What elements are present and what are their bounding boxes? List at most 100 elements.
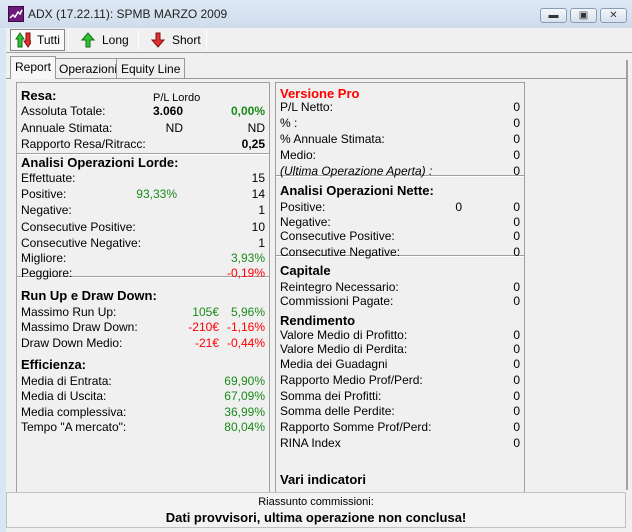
stat-mid-value: -210€ <box>188 320 219 334</box>
stat-row: Draw Down Medio: -21€ -0,44% <box>17 336 269 352</box>
close-button[interactable]: ✕ <box>600 8 627 23</box>
stat-value: 3,93% <box>230 251 265 265</box>
stat-value: 0,25 <box>241 137 265 151</box>
stat-label: Negative: <box>21 203 72 217</box>
stat-label: Rapporto Medio Prof/Perd: <box>280 373 423 387</box>
stat-row: Positive: 0 0 <box>276 200 524 216</box>
toolbar-separator <box>138 30 139 50</box>
tutti-label: Tutti <box>37 33 60 47</box>
stat-value: 0 <box>513 200 520 214</box>
app-chart-icon <box>8 6 24 22</box>
stat-row: Migliore: 3,93% <box>17 251 269 267</box>
stat-row: P/L Netto: 0 <box>276 100 524 116</box>
net-report-panel: Versione Pro P/L Netto: 0% :0% Annuale Sti… <box>275 82 525 494</box>
stat-value: 0 <box>513 132 520 146</box>
stat-value: 67,09% <box>224 389 265 403</box>
stat-label: Assoluta Totale: <box>21 104 106 118</box>
stat-row: RINA Index 0 <box>276 436 524 452</box>
stat-mid-value: -21€ <box>194 336 219 350</box>
maximize-button[interactable]: ▣ <box>570 8 597 23</box>
stat-value: 5,96% <box>230 305 265 319</box>
minimize-icon: ▬ <box>548 10 559 21</box>
provisional-warning: Dati provvisori, ultima operazione non c… <box>165 510 467 525</box>
stat-row: Rapporto Medio Prof/Perd: 0 <box>276 373 524 389</box>
stat-value: 14 <box>251 187 265 201</box>
stat-label: Resa: <box>21 88 57 103</box>
stat-row: Massimo Run Up: 105€ 5,96% <box>17 305 269 321</box>
stat-value: 0 <box>513 328 520 342</box>
toolbar-separator <box>206 30 207 50</box>
stat-label: Annuale Stimata: <box>21 121 113 135</box>
stat-row: Peggiore: -0,19% <box>17 266 269 282</box>
tab-equity-line[interactable]: Equity Line <box>116 58 186 78</box>
stat-value: 0,00% <box>230 104 265 118</box>
toolbar-separator <box>68 30 69 50</box>
stat-row: Medio: 0 <box>276 148 524 164</box>
stat-label: Media complessiva: <box>21 405 127 419</box>
stat-mid-value: ND <box>165 121 183 135</box>
stat-row: Annuale Stimata: ND ND <box>17 121 269 137</box>
stat-value: 0 <box>513 100 520 114</box>
tab-divider <box>6 78 626 79</box>
stat-row: Tempo "A mercato": 80,04% <box>17 420 269 436</box>
window-title: ADX (17.22.11): SPMB MARZO 2009 <box>28 7 228 21</box>
long-button[interactable]: Long <box>76 29 133 51</box>
stat-row: Commissioni Pagate: 0 <box>276 294 524 310</box>
tab-report[interactable]: Report <box>10 56 57 79</box>
stat-label: Massimo Run Up: <box>21 305 117 319</box>
stat-row: Media dei Guadagni 0 <box>276 357 524 373</box>
short-button[interactable]: Short <box>146 29 205 51</box>
down-arrow-icon <box>150 32 166 48</box>
stat-value: 0 <box>513 229 520 243</box>
stat-label: Efficienza: <box>21 357 87 372</box>
stat-value: -0,19% <box>226 266 265 280</box>
stat-label: Rapporto Resa/Ritracc: <box>21 137 146 151</box>
stat-row: Somma delle Perdite: 0 <box>276 404 524 420</box>
stat-value: ND <box>247 121 265 135</box>
stat-value: 0 <box>513 294 520 308</box>
stat-row: Negative: 1 <box>17 203 269 219</box>
stat-mid-value: P/L Lordo <box>153 92 201 104</box>
footer-status: Riassunto commissioni: Dati provvisori, … <box>6 492 626 528</box>
toolbar: Tutti Long Short <box>6 28 632 52</box>
stat-label: Run Up e Draw Down: <box>21 288 157 303</box>
stat-value: 0 <box>513 404 520 418</box>
stat-label: Valore Medio di Perdita: <box>280 342 408 356</box>
section-heading: Capitale <box>276 263 524 279</box>
stat-value: 0 <box>513 373 520 387</box>
tutti-button[interactable]: Tutti <box>10 29 65 51</box>
stat-label: Commissioni Pagate: <box>280 294 394 308</box>
stat-label: Massimo Draw Down: <box>21 320 138 334</box>
stat-value: 1 <box>258 236 265 250</box>
stat-label: Positive: <box>21 187 67 201</box>
commission-summary-label: Riassunto commissioni: <box>258 496 374 508</box>
stat-value: 0 <box>513 420 520 434</box>
stat-row: (Ultima Operazione Aperta) : 0 <box>276 164 524 180</box>
stat-mid-value: 105€ <box>192 305 219 319</box>
stat-row: Somma dei Profitti: 0 <box>276 389 524 405</box>
stat-value: 69,90% <box>224 374 265 388</box>
stat-row: Consecutive Positive: 0 <box>276 229 524 245</box>
section-heading: Efficienza: <box>17 357 269 373</box>
stat-row: Consecutive Negative: 1 <box>17 236 269 252</box>
stat-label: Positive: <box>280 200 326 214</box>
maximize-icon: ▣ <box>578 10 589 21</box>
tab-operazioni[interactable]: Operazioni <box>54 58 123 78</box>
stat-value: 0 <box>513 436 520 450</box>
stat-value: -1,16% <box>226 320 265 334</box>
section-heading: Resa: P/L Lordo <box>17 88 269 104</box>
stat-row: Valore Medio di Perdita: 0 <box>276 342 524 358</box>
section-heading: Analisi Operazioni Nette: <box>276 183 524 199</box>
stat-label: Valore Medio di Profitto: <box>280 328 408 342</box>
minimize-button[interactable]: ▬ <box>540 8 567 23</box>
title-bar: ADX (17.22.11): SPMB MARZO 2009 ▬ ▣ ✕ <box>0 0 632 28</box>
stat-label: (Ultima Operazione Aperta) : <box>280 164 433 178</box>
stat-row: Rapporto Resa/Ritracc: 0,25 <box>17 137 269 153</box>
section-heading: Vari indicatori <box>276 472 524 488</box>
stat-mid-value: 0 <box>455 200 462 214</box>
stat-label: Reintegro Necessario: <box>280 280 399 294</box>
stat-value: 0 <box>513 245 520 259</box>
stat-label: % : <box>280 116 298 130</box>
stat-value: 0 <box>513 280 520 294</box>
stat-label: RINA Index <box>280 436 341 450</box>
